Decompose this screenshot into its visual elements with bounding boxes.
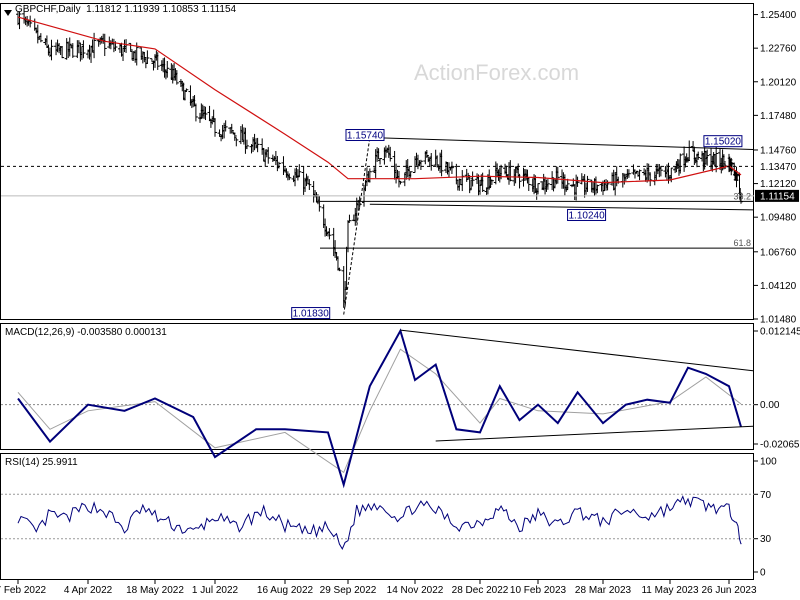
ohlc-high: 1.11939 [124, 4, 160, 15]
x-tick-label: 29 Sep 2022 [320, 585, 377, 596]
chart-area: 17 Feb 2022 4 Apr 2022 18 May 2022 1 Jul 20… [0, 0, 800, 600]
y-tick-label: 1.17480 [760, 111, 797, 122]
rsi-name: RSI(14) [5, 457, 40, 468]
price-annotation-label: 1.10240 [568, 211, 605, 222]
y-tick-label: 1.25400 [760, 10, 797, 21]
y-tick-label: 1.01480 [760, 315, 797, 326]
chart-background [0, 0, 800, 600]
rsi-y-tick-label: 0 [760, 568, 766, 579]
ohlc-open: 1.11812 [86, 4, 122, 15]
x-tick-label: 28 Mar 2023 [575, 585, 632, 596]
price-header-text: GBPCHF,Daily 1.11812 1.11939 1.10853 1.1… [15, 4, 237, 15]
y-tick-label: 1.14760 [760, 145, 797, 156]
price-annotation-label: 1.01830 [293, 309, 330, 320]
price-annotation-label: 1.15740 [347, 131, 384, 142]
y-tick-label: 1.22760 [760, 44, 797, 55]
macd-y-tick-label: 0.00 [760, 400, 780, 411]
watermark: ActionForex.com [414, 60, 580, 85]
fib-level-label: 61.8 [733, 238, 751, 248]
macd-y-tick-label: -0.020656 [760, 440, 800, 451]
current-level-tag-label: 1.13470 [760, 162, 797, 173]
x-tick-label: 1 Jul 2022 [192, 585, 239, 596]
x-tick-label: 16 Aug 2022 [257, 585, 314, 596]
rsi-value: 25.9911 [42, 457, 78, 468]
symbol: GBPCHF [15, 4, 56, 15]
x-tick-label: 11 May 2023 [641, 585, 699, 596]
x-tick-label: 14 Nov 2022 [387, 585, 444, 596]
x-tick-label: 17 Feb 2022 [0, 585, 47, 596]
y-tick-label: 1.09480 [760, 213, 797, 224]
macd-name: MACD(12,26,9) [5, 327, 75, 338]
timeframe: Daily [58, 4, 81, 15]
macd-value: -0.003580 [77, 327, 123, 338]
rsi-y-tick-label: 70 [760, 490, 772, 501]
y-tick-label: 1.06760 [760, 247, 797, 258]
rsi-y-tick-label: 30 [760, 534, 772, 545]
y-tick-label: 1.12120 [760, 179, 797, 190]
rsi-y-tick-label: 100 [760, 457, 777, 468]
x-tick-label: 10 Feb 2023 [510, 585, 567, 596]
x-tick-label: 26 Jun 2023 [701, 585, 756, 596]
x-tick-label: 4 Apr 2022 [64, 585, 113, 596]
y-tick-label: 1.20120 [760, 77, 797, 88]
rsi-header-text: RSI(14) 25.9911 [5, 457, 78, 468]
fib-level-label: 38.2 [733, 191, 751, 201]
y-tick-label: 1.04120 [760, 281, 797, 292]
price-annotation-label: 1.15020 [705, 137, 742, 148]
ohlc-low: 1.10853 [162, 4, 199, 15]
macd-y-tick-label: 0.012145 [760, 327, 800, 338]
ohlc-close: 1.11154 [201, 4, 237, 15]
x-tick-label: 18 May 2022 [126, 585, 184, 596]
last-price-tag-label: 1.11154 [760, 191, 795, 202]
macd-signal-value: 0.000131 [125, 327, 167, 338]
x-tick-label: 28 Dec 2022 [452, 585, 509, 596]
macd-header-text: MACD(12,26,9) -0.003580 0.000131 [5, 327, 167, 338]
